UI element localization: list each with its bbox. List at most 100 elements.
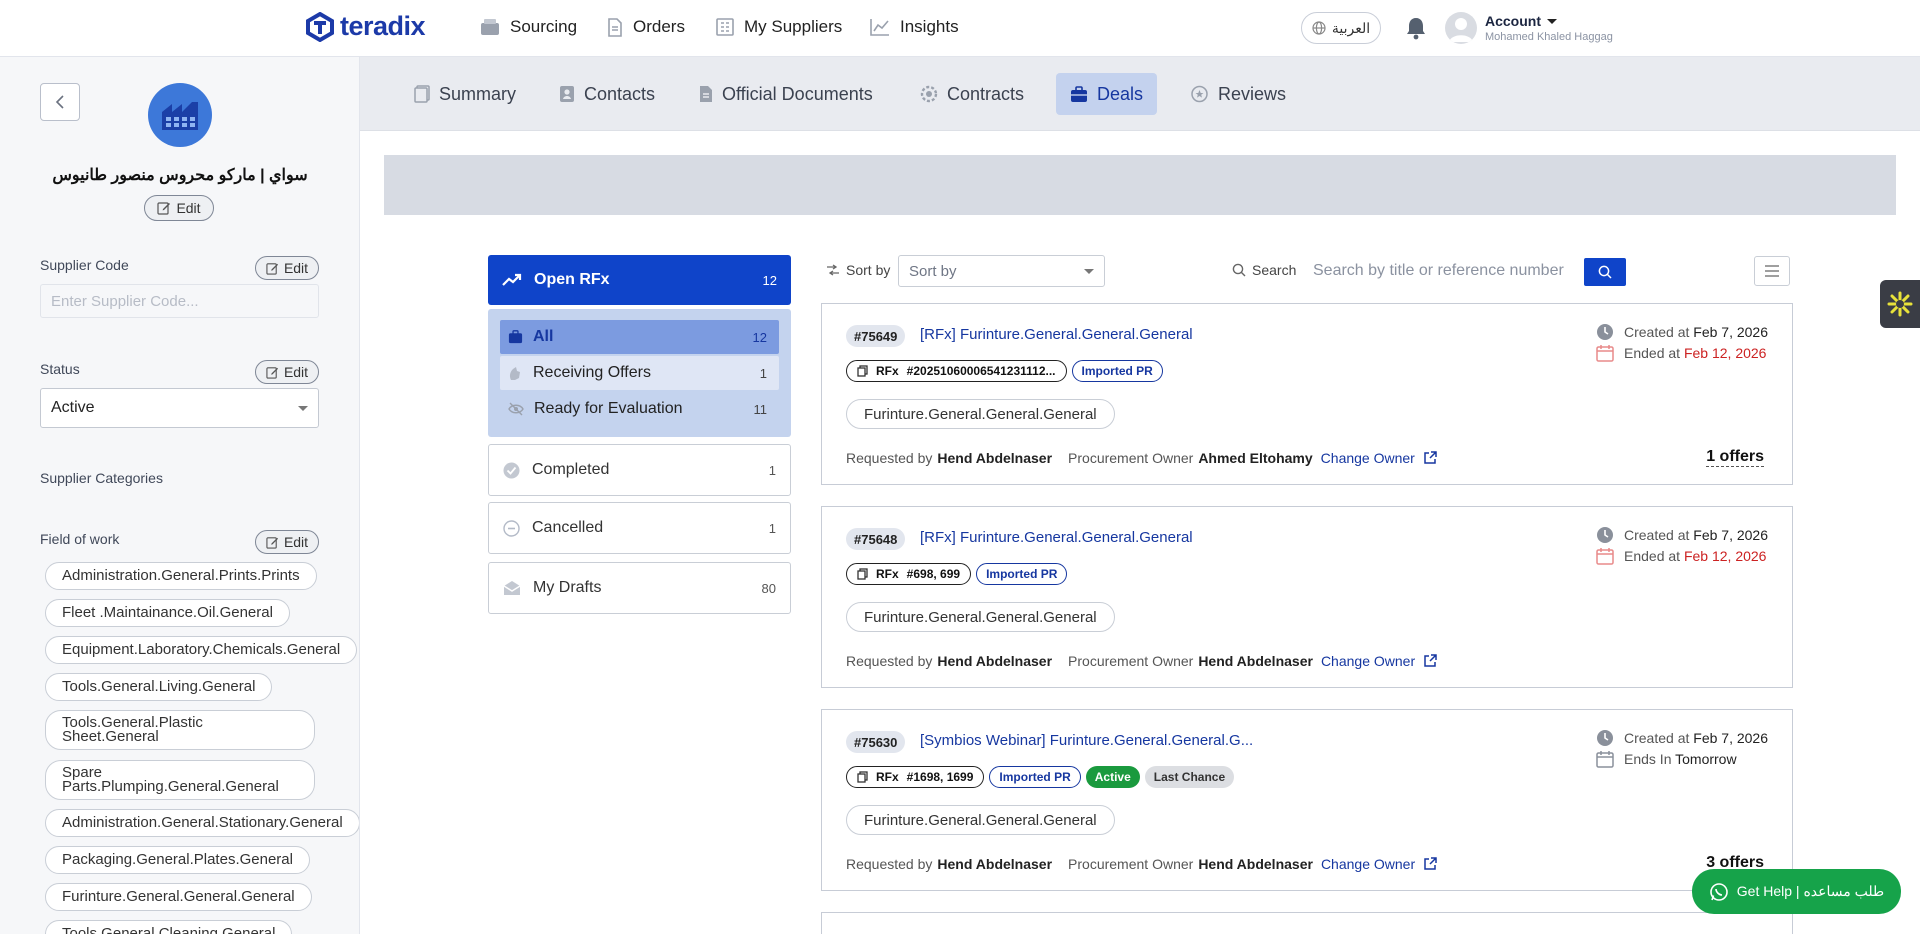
sort-select[interactable]: Sort by (898, 255, 1105, 287)
status-label: Status (40, 361, 80, 377)
rfx-card[interactable]: #75630 [Symbios Webinar] Furinture.Gener… (821, 709, 1793, 891)
nav-orders[interactable]: Orders (607, 17, 685, 37)
user-avatar-icon (1449, 18, 1473, 42)
list-view-menu-button[interactable] (1754, 256, 1790, 286)
rfx-category-tag: Furinture.General.General.General (846, 602, 1115, 632)
search-button[interactable] (1584, 258, 1626, 286)
filter-my-drafts-label: My Drafts (533, 579, 602, 596)
chevron-down-icon (1084, 268, 1094, 274)
filter-cancelled[interactable]: Cancelled 1 (488, 502, 791, 554)
contacts-icon (560, 86, 574, 102)
nav-sourcing[interactable]: Sourcing (480, 17, 577, 37)
edit-icon (266, 262, 279, 275)
account-menu[interactable]: Account Mohamed Khaled Haggag (1485, 13, 1613, 43)
user-avatar[interactable] (1445, 12, 1477, 44)
rfx-card[interactable]: #75649 [RFx] Furinture.General.General.G… (821, 303, 1793, 485)
sort-icon (827, 264, 839, 276)
tab-reviews[interactable]: Reviews (1176, 73, 1300, 115)
external-link-icon[interactable] (1423, 451, 1437, 465)
requested-by-label: Requested by (846, 856, 933, 872)
filter-completed-count: 1 (768, 462, 776, 478)
asterisk-icon (1887, 291, 1913, 317)
nav-my-suppliers[interactable]: My Suppliers (716, 17, 842, 37)
last-chance-badge: Last Chance (1144, 766, 1235, 788)
end-date-row: Ends In Tomorrow (1596, 748, 1768, 769)
category-tag: Administration.General.Stationary.Genera… (45, 809, 359, 837)
rfx-reference-label: RFx (876, 567, 899, 581)
rfx-title-link[interactable]: [RFx] Furinture.General.General.General (920, 529, 1193, 546)
search-input[interactable] (1305, 257, 1585, 285)
nav-insights[interactable]: Insights (870, 17, 959, 37)
open-rfx-subfilters: All 12 Receiving Offers 1 Ready for Eval… (488, 309, 791, 437)
side-widget-button[interactable] (1880, 280, 1920, 328)
nav-orders-label: Orders (633, 17, 685, 36)
requested-by-name: Hend Abdelnaser (937, 450, 1053, 466)
supplier-sidebar: سواي | ماركو محروس منصور طانيوس Edit Sup… (0, 57, 360, 934)
tab-reviews-label: Reviews (1218, 83, 1287, 104)
account-user-name: Mohamed Khaled Haggag (1485, 31, 1613, 43)
subfilter-receiving-offers[interactable]: Receiving Offers 1 (500, 356, 779, 390)
edit-supplier-button[interactable]: Edit (144, 195, 214, 221)
edit-supplier-code-button[interactable]: Edit (255, 256, 319, 280)
rfx-reference-number: #1698, 1699 (906, 770, 974, 784)
rfx-badges: RFx #20251060006541231112... Imported PR (846, 360, 1163, 382)
rfx-title-link[interactable]: [Symbios Webinar] Furinture.General.Gene… (920, 732, 1253, 749)
gear-icon (920, 85, 938, 103)
rfx-card[interactable]: #75648 [RFx] Furinture.General.General.G… (821, 506, 1793, 688)
filter-open-rfx-label: Open RFx (534, 271, 610, 288)
filter-completed[interactable]: Completed 1 (488, 444, 791, 496)
external-link-icon[interactable] (1423, 857, 1437, 871)
rfx-id-badge: #75648 (846, 528, 906, 550)
tab-official-documents[interactable]: Official Documents (685, 73, 887, 115)
requested-by-name: Hend Abdelnaser (937, 856, 1053, 872)
created-at-label: Created at (1624, 526, 1690, 543)
filter-my-drafts[interactable]: My Drafts 80 (488, 562, 791, 614)
edit-status-button[interactable]: Edit (255, 360, 319, 384)
teradix-logo[interactable]: teradix (306, 11, 426, 42)
top-navbar: teradix Sourcing Orders My Suppliers Ins… (0, 0, 1920, 57)
sort-select-placeholder: Sort by (909, 262, 957, 280)
created-at-label: Created at (1624, 729, 1690, 746)
filter-cancelled-label: Cancelled (532, 519, 604, 536)
subfilter-receiving-offers-count: 1 (759, 365, 767, 381)
procurement-owner-label: Procurement Owner (1068, 653, 1194, 669)
imported-pr-badge: Imported PR (989, 766, 1081, 788)
change-owner-link[interactable]: Change Owner (1321, 653, 1415, 669)
back-button[interactable] (40, 83, 80, 121)
external-link-icon[interactable] (1423, 654, 1437, 668)
notifications-button[interactable] (1405, 16, 1427, 40)
status-select[interactable]: Active (40, 388, 319, 428)
tab-summary[interactable]: Summary (400, 73, 530, 115)
rfx-title-link[interactable]: [RFx] Furinture.General.General.General (920, 326, 1193, 343)
status-value: Active (51, 399, 95, 416)
procurement-owner-name: Hend Abdelnaser (1198, 856, 1313, 872)
rfx-reference-badge: RFx #698, 699 (846, 563, 972, 585)
subfilter-all[interactable]: All 12 (500, 320, 779, 354)
category-tag: Furinture.General.General.General (45, 883, 312, 911)
change-owner-link[interactable]: Change Owner (1321, 450, 1415, 466)
clock-icon (1597, 526, 1613, 543)
filter-completed-label: Completed (532, 461, 610, 478)
supplier-code-input[interactable]: Enter Supplier Code... (40, 284, 319, 318)
edit-field-of-work-button[interactable]: Edit (255, 530, 319, 554)
supplier-avatar (148, 83, 212, 147)
requested-by-name: Hend Abdelnaser (937, 653, 1053, 669)
created-at-row: Created at Feb 7, 2026 (1596, 321, 1768, 342)
rfx-reference-number: #20251060006541231112... (906, 364, 1056, 378)
tab-contacts[interactable]: Contacts (545, 73, 669, 115)
chevron-down-icon (298, 405, 308, 411)
chart-line-icon (870, 19, 889, 36)
tab-contracts[interactable]: Contracts (906, 73, 1038, 115)
category-tag: Fleet .Maintainance.Oil.General (45, 599, 290, 627)
clock-icon (1597, 323, 1613, 340)
end-date-row: Ended at Feb 12, 2026 (1596, 342, 1768, 363)
get-help-button[interactable]: Get Help | طلب مساعده (1692, 869, 1901, 914)
filter-open-rfx[interactable]: Open RFx 12 (488, 255, 791, 305)
tab-deals[interactable]: Deals (1056, 73, 1158, 115)
end-date-label: Ends In (1624, 750, 1672, 767)
offers-count-link[interactable]: 1 offers (1706, 448, 1764, 467)
language-switch-button[interactable]: العربية (1301, 12, 1381, 44)
change-owner-link[interactable]: Change Owner (1321, 856, 1415, 872)
subfilter-ready-for-evaluation[interactable]: Ready for Evaluation 11 (500, 392, 779, 426)
rfx-card[interactable] (821, 912, 1793, 934)
